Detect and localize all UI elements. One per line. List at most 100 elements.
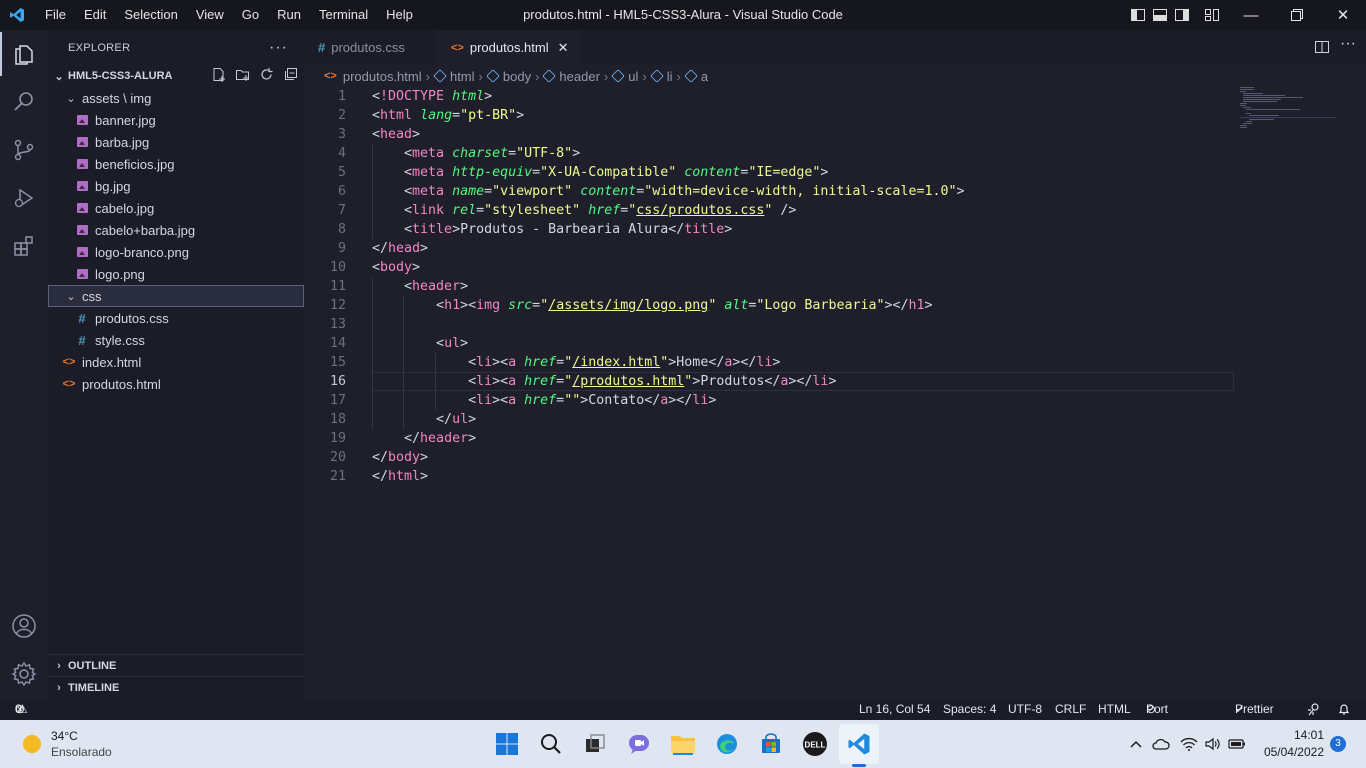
tree-item-logo[interactable]: logo.png: [48, 263, 304, 285]
weather-sun-icon[interactable]: [16, 728, 48, 760]
chevron-up-icon[interactable]: [1128, 728, 1144, 760]
menu-help[interactable]: Help: [377, 0, 422, 30]
clock-date[interactable]: 05/04/2022: [1250, 745, 1324, 759]
toggle-panel-icon[interactable]: [1152, 7, 1168, 23]
menu-terminal[interactable]: Terminal: [310, 0, 377, 30]
line-number: 19: [329, 431, 346, 446]
close-window-icon[interactable]: ✕: [1320, 0, 1366, 30]
folder-css[interactable]: ⌄ css: [48, 285, 304, 307]
tree-item-style-css[interactable]: # style.css: [48, 329, 304, 351]
breadcrumb-file[interactable]: produtos.html: [343, 69, 422, 84]
source-control-icon[interactable]: [0, 126, 48, 174]
clock-time[interactable]: 14:01: [1264, 728, 1324, 742]
project-folder[interactable]: ⌄ HML5-CSS3-ALURA: [48, 65, 304, 87]
tree-item-logo-branco[interactable]: logo-branco.png: [48, 241, 304, 263]
menu-file[interactable]: File: [36, 0, 75, 30]
task-view-icon[interactable]: [579, 728, 611, 760]
more-actions-icon[interactable]: ···: [269, 39, 288, 57]
windows-start-icon[interactable]: [491, 728, 523, 760]
code-line: <link rel="stylesheet" href="css/produto…: [372, 203, 797, 218]
tab-produtos-html[interactable]: <> produtos.html ✕: [437, 30, 579, 65]
tree-item-label: logo-branco.png: [95, 244, 189, 260]
tree-item-produtos-html[interactable]: <> produtos.html: [48, 373, 304, 395]
status-bar: ⊗ 0 ⚠ 0 Ln 16, Col 54 Spaces: 4 UTF-8 CR…: [0, 698, 1366, 760]
weather-temperature[interactable]: 34°C: [51, 729, 78, 743]
element-icon: [611, 69, 626, 83]
file-explorer-icon[interactable]: [667, 728, 699, 760]
breadcrumb-html[interactable]: html: [450, 69, 475, 84]
explorer-icon[interactable]: [0, 30, 48, 78]
code-editor[interactable]: 1 2 3 4 5 6 7 8 9 10 11 12 13 14 15 16 1…: [304, 87, 1366, 698]
title-bar: File Edit Selection View Go Run Terminal…: [0, 0, 1366, 30]
line-number: 12: [329, 298, 346, 313]
line-number: 20: [329, 450, 346, 465]
notification-badge[interactable]: 3: [1330, 736, 1346, 752]
new-file-icon[interactable]: [211, 67, 226, 85]
line-ending[interactable]: CRLF: [1055, 698, 1086, 720]
close-tab-icon[interactable]: ✕: [558, 40, 569, 56]
tree-item-barba[interactable]: barba.jpg: [48, 131, 304, 153]
element-icon: [433, 69, 447, 83]
collapse-all-icon[interactable]: [283, 67, 298, 85]
breadcrumb: <> produtos.html › html › body › header …: [304, 65, 1366, 87]
customize-layout-icon[interactable]: [1204, 7, 1220, 23]
battery-icon[interactable]: [1226, 728, 1248, 760]
project-name: HML5-CSS3-ALURA: [68, 70, 173, 82]
menu-edit[interactable]: Edit: [75, 0, 115, 30]
menu-view[interactable]: View: [187, 0, 233, 30]
timeline-section[interactable]: › TIMELINE: [48, 676, 304, 699]
line-number: 17: [329, 393, 346, 408]
more-actions-icon[interactable]: ···: [1340, 35, 1356, 53]
restore-icon[interactable]: [1274, 0, 1320, 30]
indentation[interactable]: Spaces: 4: [943, 698, 996, 720]
volume-icon[interactable]: [1202, 728, 1224, 760]
html-file-icon: <>: [62, 378, 76, 390]
outline-section[interactable]: › OUTLINE: [48, 654, 304, 677]
breadcrumb-body[interactable]: body: [503, 69, 531, 84]
tree-item-label: css: [82, 288, 102, 304]
tab-produtos-css[interactable]: # produtos.css: [304, 30, 437, 65]
microsoft-store-icon[interactable]: [755, 728, 787, 760]
wifi-icon[interactable]: [1178, 728, 1200, 760]
dell-app-icon[interactable]: DELL: [799, 728, 831, 760]
split-editor-icon[interactable]: [1314, 39, 1330, 58]
menu-go[interactable]: Go: [233, 0, 268, 30]
settings-gear-icon[interactable]: [0, 650, 48, 698]
toggle-sidebar-icon[interactable]: [1130, 7, 1146, 23]
search-icon[interactable]: [535, 728, 567, 760]
folder-assets-img[interactable]: ⌄ assets \ img: [48, 87, 304, 109]
language-mode[interactable]: HTML: [1098, 698, 1131, 720]
extensions-icon[interactable]: [0, 222, 48, 270]
breadcrumb-li[interactable]: li: [667, 69, 673, 84]
search-icon[interactable]: [0, 78, 48, 126]
edge-browser-icon[interactable]: [711, 728, 743, 760]
accounts-icon[interactable]: [0, 602, 48, 650]
refresh-icon[interactable]: [259, 67, 274, 85]
weather-condition[interactable]: Ensolarado: [51, 745, 112, 759]
breadcrumb-a[interactable]: a: [701, 69, 708, 84]
menu-run[interactable]: Run: [268, 0, 310, 30]
minimap[interactable]: [1236, 87, 1336, 137]
onedrive-cloud-icon[interactable]: [1150, 728, 1172, 760]
breadcrumb-header[interactable]: header: [559, 69, 599, 84]
tree-item-beneficios[interactable]: beneficios.jpg: [48, 153, 304, 175]
tree-item-cabelo-barba[interactable]: cabelo+barba.jpg: [48, 219, 304, 241]
tree-item-bg[interactable]: bg.jpg: [48, 175, 304, 197]
toggle-secondary-sidebar-icon[interactable]: [1174, 7, 1190, 23]
teams-chat-icon[interactable]: [623, 728, 655, 760]
tree-item-produtos-css[interactable]: # produtos.css: [48, 307, 304, 329]
new-folder-icon[interactable]: [235, 67, 250, 85]
window-controls: — ✕: [1228, 0, 1366, 30]
breadcrumb-ul[interactable]: ul: [628, 69, 638, 84]
encoding[interactable]: UTF-8: [1008, 698, 1042, 720]
menu-selection[interactable]: Selection: [115, 0, 186, 30]
cursor-position[interactable]: Ln 16, Col 54: [859, 698, 930, 720]
tree-item-cabelo[interactable]: cabelo.jpg: [48, 197, 304, 219]
minimize-icon[interactable]: —: [1228, 0, 1274, 30]
vscode-taskbar-icon[interactable]: [839, 724, 879, 764]
image-file-icon: [74, 159, 90, 169]
tree-item-banner[interactable]: banner.jpg: [48, 109, 304, 131]
run-debug-icon[interactable]: [0, 174, 48, 222]
code-line: </header>: [372, 431, 477, 446]
tree-item-index-html[interactable]: <> index.html: [48, 351, 304, 373]
